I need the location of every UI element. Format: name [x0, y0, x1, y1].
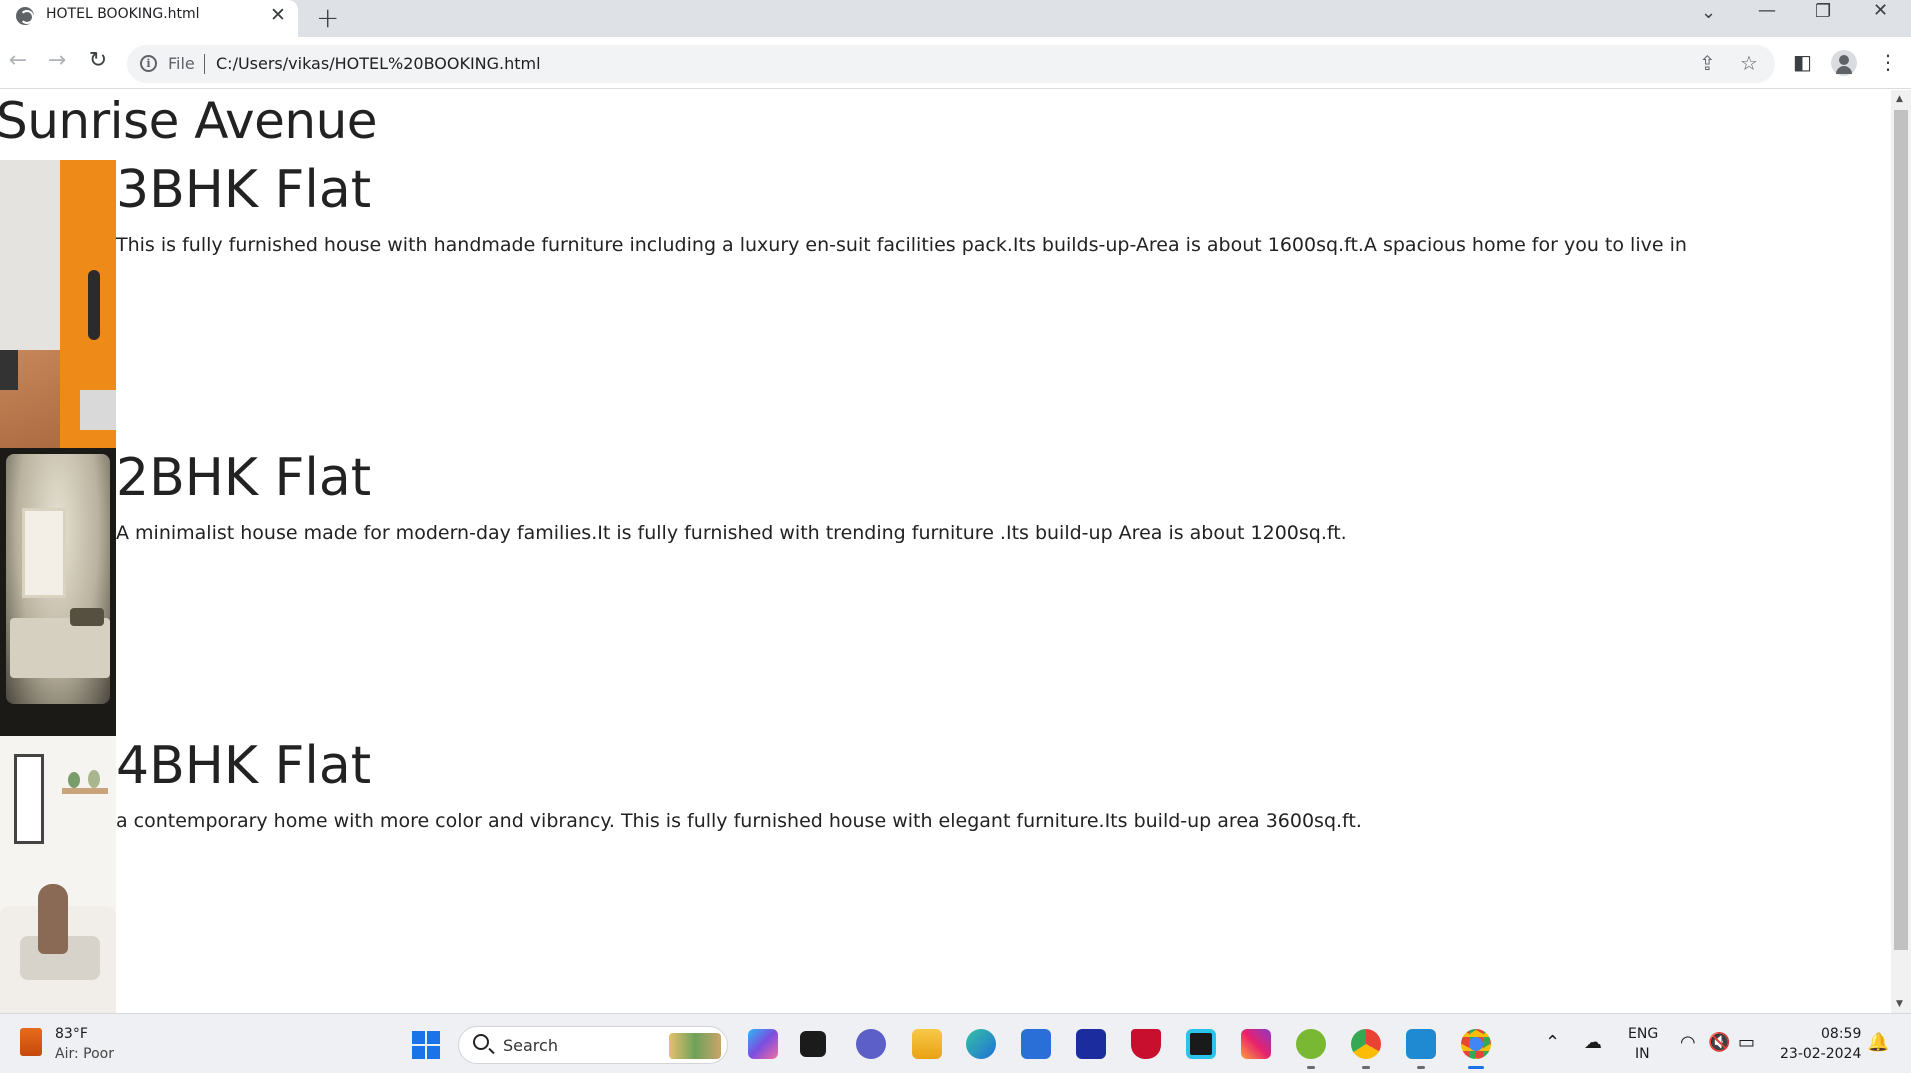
- search-highlight-icon: [669, 1033, 721, 1059]
- vscode-icon[interactable]: [1406, 1029, 1436, 1059]
- chrome-alt-icon[interactable]: [1351, 1029, 1381, 1059]
- running-indicator: [1307, 1066, 1315, 1069]
- notification-bell-icon[interactable]: 🔔: [1867, 1032, 1889, 1053]
- site-info-icon[interactable]: i: [140, 55, 157, 72]
- bookmark-star-icon[interactable]: ☆: [1740, 51, 1758, 75]
- onedrive-icon[interactable]: ☁: [1584, 1032, 1602, 1053]
- taskbar-search-box[interactable]: Search: [458, 1026, 728, 1064]
- close-tab-icon[interactable]: ✕: [270, 4, 286, 26]
- store-icon[interactable]: [1021, 1029, 1051, 1059]
- close-window-icon[interactable]: ✕: [1873, 0, 1888, 21]
- scroll-thumb[interactable]: [1894, 110, 1908, 950]
- wifi-icon[interactable]: ◠: [1680, 1032, 1696, 1053]
- weather-temperature[interactable]: 83°F: [55, 1026, 88, 1042]
- running-indicator: [1362, 1066, 1370, 1069]
- listing-3bhk: 3BHK Flat This is fully furnished house …: [0, 160, 1891, 448]
- active-indicator: [1468, 1066, 1484, 1069]
- back-icon[interactable]: ←: [3, 46, 33, 76]
- running-indicator: [1417, 1066, 1425, 1069]
- instagram-icon[interactable]: [1241, 1029, 1271, 1059]
- start-icon[interactable]: [412, 1031, 440, 1059]
- mcafee-icon[interactable]: [1131, 1029, 1161, 1059]
- listing-image: [0, 736, 116, 1013]
- address-bar[interactable]: i File C:/Users/vikas/HOTEL%20BOOKING.ht…: [127, 45, 1775, 83]
- listing-2bhk: 2BHK Flat A minimalist house made for mo…: [0, 448, 1891, 736]
- weather-icon[interactable]: [20, 1028, 42, 1056]
- address-separator: [204, 54, 205, 74]
- listing-title: 2BHK Flat: [116, 448, 372, 508]
- clipchamp-icon[interactable]: [748, 1029, 778, 1059]
- listing-image: [0, 160, 116, 448]
- url-text[interactable]: C:/Users/vikas/HOTEL%20BOOKING.html: [216, 54, 541, 73]
- utorrent-icon[interactable]: [1296, 1029, 1326, 1059]
- vertical-scrollbar[interactable]: ▲ ▼: [1891, 90, 1911, 1013]
- new-tab-button[interactable]: +: [316, 1, 339, 34]
- scroll-up-arrow-icon[interactable]: ▲: [1896, 94, 1903, 104]
- share-icon[interactable]: ⇪: [1699, 51, 1716, 75]
- weather-status[interactable]: Air: Poor: [55, 1046, 114, 1062]
- scroll-down-arrow-icon[interactable]: ▼: [1896, 999, 1903, 1009]
- globe-icon: [16, 7, 34, 25]
- teams-icon[interactable]: [856, 1029, 886, 1059]
- search-label: Search: [503, 1036, 558, 1055]
- tab-search-chevron-icon[interactable]: ⌄: [1701, 2, 1716, 23]
- tab-title: HOTEL BOOKING.html: [46, 6, 200, 22]
- listing-description: This is fully furnished house with handm…: [116, 234, 1687, 256]
- battery-icon[interactable]: ▭: [1738, 1032, 1755, 1053]
- edge-icon[interactable]: [966, 1029, 996, 1059]
- menu-kebab-icon[interactable]: ⋮: [1878, 50, 1898, 74]
- browser-tab[interactable]: HOTEL BOOKING.html ✕: [0, 0, 298, 37]
- language-bottom[interactable]: IN: [1635, 1046, 1650, 1062]
- listing-title: 3BHK Flat: [116, 160, 372, 220]
- browser-toolbar: ← → ↻ i File C:/Users/vikas/HOTEL%20BOOK…: [0, 37, 1911, 89]
- forward-icon[interactable]: →: [42, 46, 72, 76]
- alexa-icon[interactable]: [1186, 1029, 1216, 1059]
- language-top[interactable]: ENG: [1628, 1026, 1658, 1042]
- search-icon: [473, 1034, 489, 1050]
- listing-description: A minimalist house made for modern-day f…: [116, 522, 1347, 544]
- side-panel-icon[interactable]: ◧: [1793, 50, 1812, 74]
- restore-icon[interactable]: ❐: [1815, 1, 1831, 22]
- chrome-icon[interactable]: [1461, 1029, 1491, 1059]
- reload-icon[interactable]: ↻: [83, 46, 113, 76]
- listing-title: 4BHK Flat: [116, 736, 372, 796]
- folder-icon[interactable]: [912, 1029, 942, 1059]
- listing-description: a contemporary home with more color and …: [116, 810, 1362, 832]
- profile-avatar-icon[interactable]: [1831, 50, 1857, 76]
- speaker-muted-icon[interactable]: 🔇: [1708, 1032, 1730, 1053]
- listing-4bhk: 4BHK Flat a contemporary home with more …: [0, 736, 1891, 1013]
- file-explorer-black-icon[interactable]: [800, 1031, 826, 1057]
- page-viewport: Sunrise Avenue 3BHK Flat This is fully f…: [0, 90, 1891, 1013]
- clock-date[interactable]: 23-02-2024: [1780, 1046, 1861, 1062]
- site-title: Sunrise Avenue: [0, 92, 378, 150]
- browser-tab-strip: HOTEL BOOKING.html ✕ + ⌄ — ❐ ✕: [0, 0, 1911, 37]
- tray-overflow-chevron-icon[interactable]: ⌃: [1545, 1032, 1560, 1053]
- clock-time[interactable]: 08:59: [1821, 1026, 1861, 1042]
- listing-image: [0, 448, 116, 736]
- scheme-label: File: [168, 54, 195, 73]
- minimize-icon[interactable]: —: [1758, 0, 1776, 21]
- l-app-icon[interactable]: [1076, 1029, 1106, 1059]
- windows-taskbar: 83°F Air: Poor Search ⌃ ☁ ENG IN ◠ 🔇 ▭ 0…: [0, 1013, 1911, 1073]
